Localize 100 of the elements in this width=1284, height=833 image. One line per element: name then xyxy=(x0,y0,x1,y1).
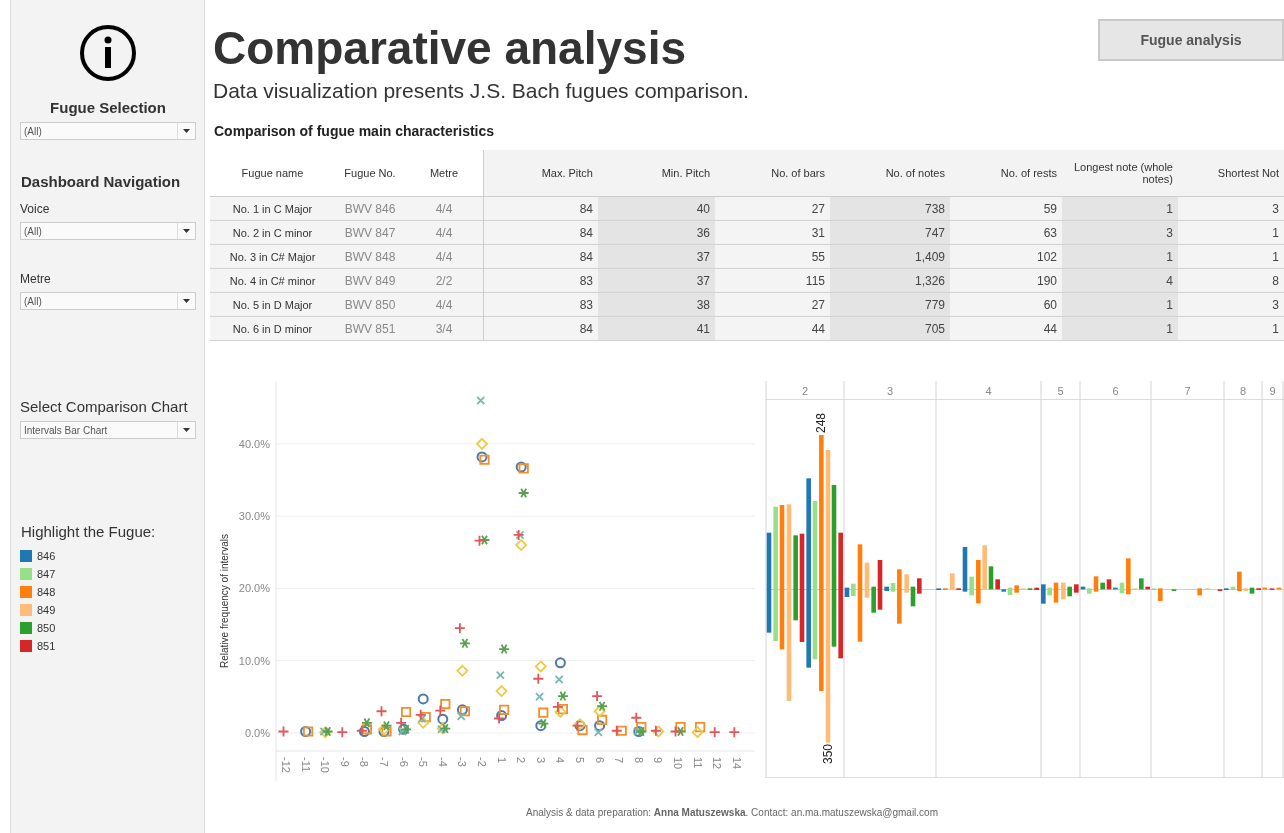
axis-tick-label: -5 xyxy=(417,757,430,767)
legend-swatch[interactable] xyxy=(20,568,32,580)
table-cell: 83 xyxy=(483,269,598,293)
plus-marker xyxy=(552,701,564,713)
page-subtitle: Data visualization presents J.S. Bach fugues comparison. xyxy=(213,79,749,103)
footer-credit: Analysis & data preparation: Anna Matuszewska. Contact: an.ma.matuszewska@gmail.com xyxy=(525,807,939,818)
axis-tick-label: 12 xyxy=(711,757,724,770)
table-cell: 83 xyxy=(483,293,598,317)
page-title: Comparative analysis xyxy=(213,22,687,74)
data-label: 350 xyxy=(821,743,835,764)
column-header: Shortest Not xyxy=(1178,150,1284,197)
dropdown[interactable]: Intervals Bar Chart xyxy=(20,421,196,439)
table-cell: 190 xyxy=(950,269,1062,293)
legend-label[interactable]: 846 xyxy=(37,550,56,562)
plus-marker xyxy=(591,690,603,702)
axis-tick-label: 20.0% xyxy=(238,582,270,595)
axis-tick-label: -4 xyxy=(436,757,449,767)
diamond-marker xyxy=(456,664,469,678)
table-cell: 44 xyxy=(950,317,1062,341)
cross-marker xyxy=(417,714,427,723)
axis-tick-label: -9 xyxy=(338,757,351,767)
data-label: 248 xyxy=(814,412,828,433)
info-icon[interactable] xyxy=(79,24,137,82)
square-marker xyxy=(538,707,549,718)
diamond-marker xyxy=(554,705,567,719)
legend-swatch[interactable] xyxy=(20,586,32,598)
asterisk-marker xyxy=(517,487,530,499)
asterisk-marker xyxy=(498,643,510,655)
filter-title: Fugue Selection xyxy=(49,99,167,116)
axis-tick-label: -7 xyxy=(378,757,390,767)
axis-title: Relative frequency of intervals xyxy=(219,534,230,668)
column-header: Max. Pitch xyxy=(483,150,598,197)
table-cell: 3/4 xyxy=(405,317,483,341)
dropdown[interactable]: (All) xyxy=(20,292,196,310)
table-cell: 747 xyxy=(830,221,950,245)
legend-label[interactable]: 850 xyxy=(37,622,56,634)
plus-marker xyxy=(532,672,545,685)
table-cell: 84 xyxy=(483,197,598,221)
legend-label[interactable]: 848 xyxy=(37,586,56,598)
table-cell: 3 xyxy=(1178,293,1284,317)
plus-marker xyxy=(728,726,741,739)
legend-label[interactable]: 849 xyxy=(37,604,56,616)
circle-marker xyxy=(554,657,566,669)
asterisk-marker xyxy=(478,534,491,546)
table-cell: No. 5 in D Major xyxy=(210,293,335,317)
table-cell: BWV 850 xyxy=(335,293,405,317)
axis-tick-label: 8 xyxy=(632,757,645,764)
dropdown[interactable]: (All) xyxy=(20,122,196,140)
axis-tick-label: -3 xyxy=(456,757,469,767)
asterisk-marker xyxy=(596,701,608,712)
column-header: No. of notes xyxy=(830,150,950,197)
axis-tick-label: 40.0% xyxy=(238,437,270,450)
filter-label: Metre xyxy=(20,272,52,286)
diamond-marker xyxy=(495,684,508,698)
table-cell: No. 6 in D minor xyxy=(210,317,335,341)
dropdown[interactable]: (All) xyxy=(20,222,196,240)
axis-tick-label: 4 xyxy=(554,757,567,764)
cross-marker xyxy=(397,727,407,736)
cross-marker xyxy=(554,674,564,684)
cross-marker xyxy=(476,396,486,405)
plus-marker xyxy=(395,716,407,729)
filter-label: Voice xyxy=(20,202,51,216)
table-cell: BWV 847 xyxy=(335,221,405,245)
axis-tick-label: 9 xyxy=(652,757,665,764)
square-marker xyxy=(499,704,510,715)
cross-marker xyxy=(535,692,545,702)
table-cell: 4/4 xyxy=(405,197,483,221)
axis-tick-label: -12 xyxy=(280,757,292,773)
table-cell: 115 xyxy=(715,269,830,293)
axis-tick-label: -2 xyxy=(476,757,488,767)
square-marker xyxy=(577,724,588,736)
column-header: No. of bars xyxy=(715,150,830,197)
legend-label[interactable]: 851 xyxy=(37,640,56,652)
legend-swatch[interactable] xyxy=(20,640,32,652)
table-cell: 738 xyxy=(830,197,950,221)
legend-swatch[interactable] xyxy=(20,604,32,616)
table-cell: 2/2 xyxy=(405,269,483,293)
asterisk-marker xyxy=(459,638,471,649)
table-cell: 55 xyxy=(715,245,830,269)
asterisk-marker xyxy=(361,717,373,728)
plus-marker xyxy=(454,622,466,635)
table-cell: 1 xyxy=(1178,317,1284,341)
cross-marker xyxy=(593,727,603,737)
plus-marker xyxy=(336,726,349,739)
square-marker xyxy=(695,722,706,733)
table-cell: 4/4 xyxy=(405,245,483,269)
legend-label[interactable]: 847 xyxy=(37,568,56,580)
table-cell: 37 xyxy=(598,269,715,293)
circle-marker xyxy=(417,693,429,705)
axis-tick-label: -6 xyxy=(397,757,410,767)
table-cell: No. 1 in C Major xyxy=(210,197,335,221)
table-cell: 3 xyxy=(1062,221,1178,245)
legend-swatch[interactable] xyxy=(20,622,32,634)
column-header: 8 xyxy=(1239,385,1247,397)
axis-tick-label: -10 xyxy=(319,757,332,773)
table-cell: No. 4 in C# minor xyxy=(210,269,335,293)
fugue-analysis-button[interactable]: Fugue analysis xyxy=(1098,19,1284,61)
legend-swatch[interactable] xyxy=(20,550,32,562)
table-cell: 4/4 xyxy=(405,293,483,317)
square-marker xyxy=(557,704,568,715)
